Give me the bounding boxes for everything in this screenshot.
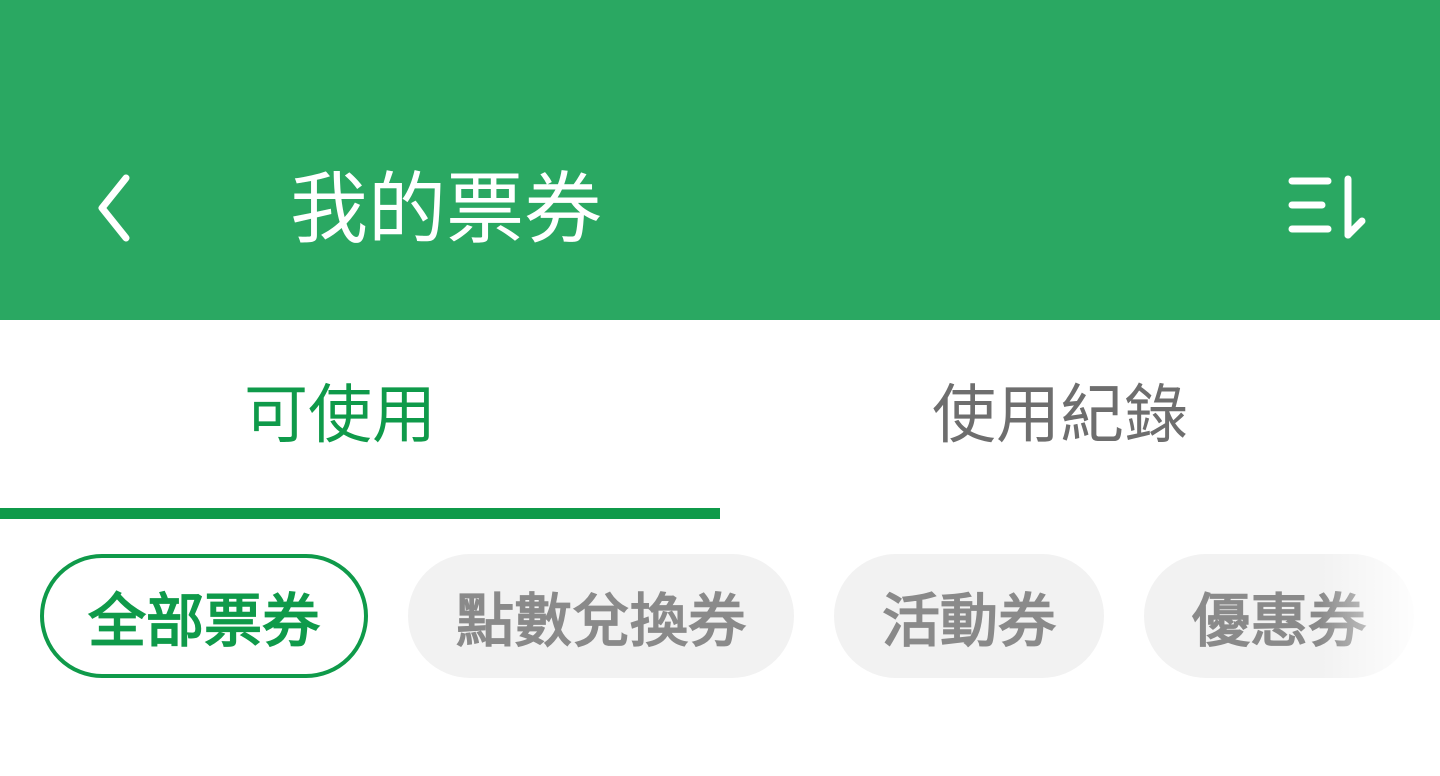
filter-chip-discount-label: 優惠券 [1191,587,1366,655]
back-button[interactable] [72,160,156,256]
tab-indicator [0,508,720,519]
filter-chip-points[interactable]: 點數兌換券 [408,554,794,678]
filter-chip-all-label: 全部票券 [87,587,320,655]
chevron-left-icon [98,174,130,242]
sort-button[interactable] [1276,160,1380,256]
tab-available-label: 可使用 [244,379,436,453]
tab-available[interactable]: 可使用 [0,320,680,520]
tab-usage-history[interactable]: 使用紀錄 [720,320,1400,520]
page-title: 我的票券 [290,165,603,255]
filter-chip-discount[interactable]: 優惠券 [1144,554,1414,678]
filter-chip-points-label: 點數兌換券 [455,587,746,655]
tab-bar: 可使用 使用紀錄 [0,320,1440,520]
filter-chip-event-label: 活動券 [881,587,1056,655]
filter-chip-event[interactable]: 活動券 [834,554,1104,678]
filter-chip-row[interactable]: 全部票券 點數兌換券 活動券 優惠券 [0,554,1440,678]
app-bar: 我的票券 [0,0,1440,320]
filter-chip-all[interactable]: 全部票券 [40,554,368,678]
sort-icon [1288,175,1366,239]
tab-usage-history-label: 使用紀錄 [932,379,1188,453]
